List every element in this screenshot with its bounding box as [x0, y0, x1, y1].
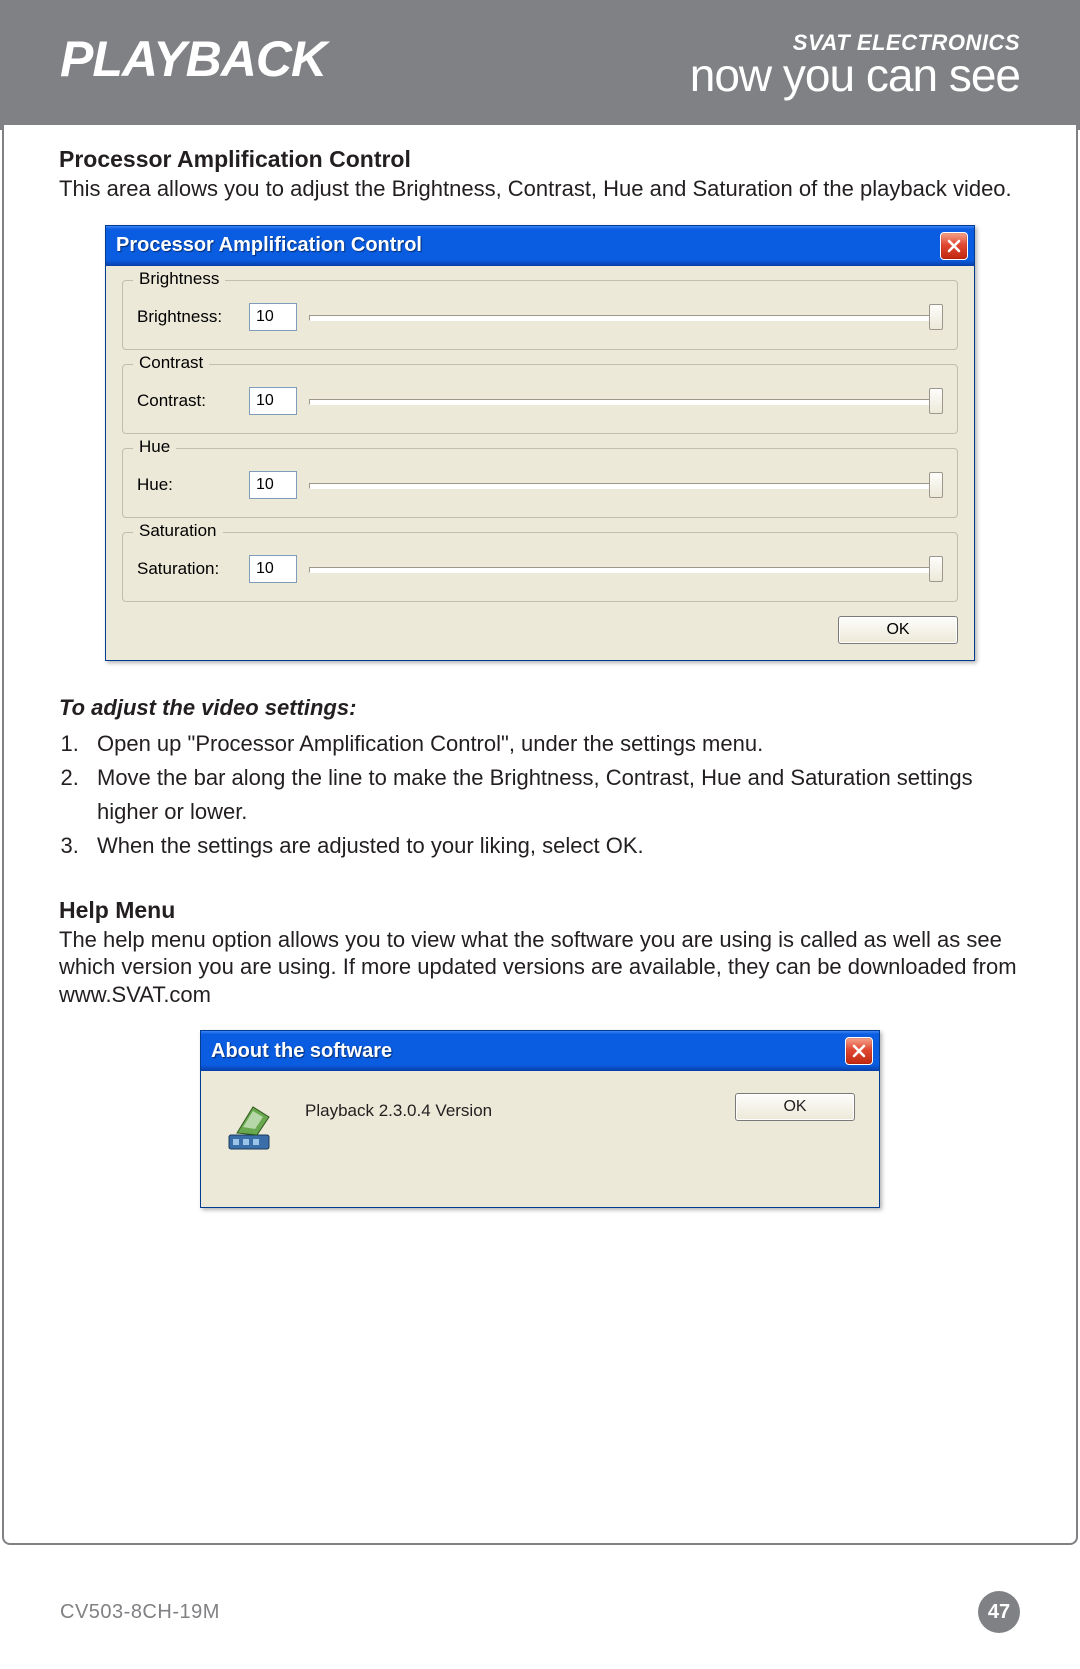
brightness-input[interactable]: [249, 303, 297, 331]
dialog-titlebar[interactable]: Processor Amplification Control: [106, 226, 974, 266]
saturation-legend: Saturation: [133, 521, 223, 541]
saturation-slider[interactable]: [309, 556, 943, 582]
steps-list: Open up "Processor Amplification Control…: [85, 727, 1021, 863]
saturation-input[interactable]: [249, 555, 297, 583]
close-icon: [851, 1043, 867, 1059]
film-reel-icon: [223, 1099, 279, 1155]
page-footer: CV503-8CH-19M 47: [60, 1591, 1020, 1633]
hue-label: Hue:: [137, 475, 237, 495]
contrast-legend: Contrast: [133, 353, 209, 373]
about-titlebar[interactable]: About the software: [201, 1031, 879, 1071]
contrast-slider[interactable]: [309, 388, 943, 414]
step-item: Move the bar along the line to make the …: [85, 761, 1021, 829]
dialog-title: Processor Amplification Control: [116, 234, 422, 257]
about-body: Playback 2.3.0.4 Version OK: [201, 1071, 879, 1207]
hue-group: Hue Hue:: [122, 448, 958, 518]
dialog-body: Brightness Brightness: Contrast Contrast…: [106, 266, 974, 660]
contrast-label: Contrast:: [137, 391, 237, 411]
processor-dialog-screenshot: Processor Amplification Control Brightne…: [105, 225, 975, 661]
section-text-processor: This area allows you to adjust the Brigh…: [59, 175, 1021, 203]
processor-dialog: Processor Amplification Control Brightne…: [105, 225, 975, 661]
help-text: The help menu option allows you to view …: [59, 926, 1021, 1009]
step-item: Open up "Processor Amplification Control…: [85, 727, 1021, 761]
slider-thumb[interactable]: [929, 472, 943, 498]
contrast-input[interactable]: [249, 387, 297, 415]
brightness-group: Brightness Brightness:: [122, 280, 958, 350]
brightness-legend: Brightness: [133, 269, 225, 289]
help-heading: Help Menu: [59, 897, 1021, 924]
page-header: PLAYBACK SVAT ELECTRONICS now you can se…: [0, 0, 1080, 130]
brand-tagline: now you can see: [690, 48, 1020, 102]
brand-block: SVAT ELECTRONICS now you can see: [690, 30, 1020, 102]
close-button[interactable]: [845, 1037, 873, 1065]
brightness-label: Brightness:: [137, 307, 237, 327]
close-button[interactable]: [940, 232, 968, 260]
page-content: Processor Amplification Control This are…: [2, 125, 1078, 1545]
close-icon: [946, 238, 962, 254]
hue-legend: Hue: [133, 437, 176, 457]
step-item: When the settings are adjusted to your l…: [85, 829, 1021, 863]
brightness-slider[interactable]: [309, 304, 943, 330]
hue-slider[interactable]: [309, 472, 943, 498]
about-ok-button[interactable]: OK: [735, 1093, 855, 1121]
slider-thumb[interactable]: [929, 304, 943, 330]
slider-thumb[interactable]: [929, 388, 943, 414]
about-dialog: About the software Playback 2.3: [200, 1030, 880, 1208]
section-heading-processor: Processor Amplification Control: [59, 146, 1021, 173]
slider-thumb[interactable]: [929, 556, 943, 582]
about-dialog-screenshot: About the software Playback 2.3: [200, 1030, 880, 1208]
page-number: 47: [978, 1591, 1020, 1633]
saturation-group: Saturation Saturation:: [122, 532, 958, 602]
contrast-group: Contrast Contrast:: [122, 364, 958, 434]
page-title: PLAYBACK: [60, 30, 326, 88]
hue-input[interactable]: [249, 471, 297, 499]
ok-button[interactable]: OK: [838, 616, 958, 644]
about-title: About the software: [211, 1040, 392, 1063]
model-code: CV503-8CH-19M: [60, 1601, 220, 1624]
saturation-label: Saturation:: [137, 559, 237, 579]
steps-heading: To adjust the video settings:: [59, 695, 1021, 721]
